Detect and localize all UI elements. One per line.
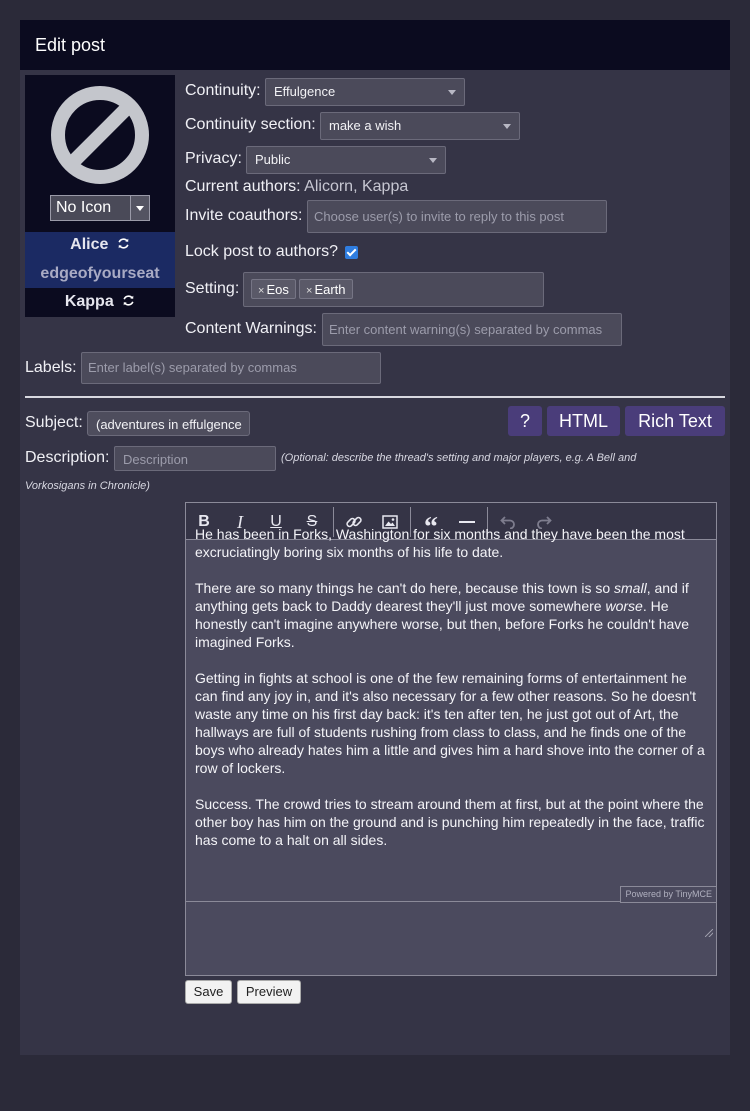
description-hint: (Optional: describe the thread's setting… <box>281 452 637 464</box>
privacy-value: Public <box>255 152 291 167</box>
chevron-down-icon <box>448 90 456 95</box>
content-warnings-label: Content Warnings: <box>185 320 317 337</box>
refresh-icon[interactable] <box>117 237 130 250</box>
labels-input[interactable]: Enter label(s) separated by commas <box>81 352 381 384</box>
privacy-select[interactable]: Public <box>246 146 446 174</box>
description-hint-cont: Vorkosigans in Chronicle) <box>25 480 150 492</box>
current-authors: Current authors: Alicorn, Kappa <box>185 178 408 196</box>
section-label: Continuity section: <box>185 116 316 133</box>
setting-label: Setting: <box>185 280 240 297</box>
continuity-label: Continuity: <box>185 82 261 99</box>
editor-paragraph: Success. The crowd tries to stream aroun… <box>195 796 705 848</box>
subject-value: (adventures in effulgence <box>96 417 242 432</box>
icon-panel: No Icon Alice edgeofyourseat Kappa <box>25 75 175 317</box>
editor-content[interactable]: He has been in Forks, Washington for six… <box>195 525 707 867</box>
section-select[interactable]: make a wish <box>320 112 520 140</box>
save-button[interactable]: Save <box>185 980 232 1004</box>
rich-text-editor[interactable]: B I U S “ He has been in Forks, Washingt… <box>185 502 717 976</box>
author-name: Kappa <box>64 293 114 310</box>
editor-paragraph: He has been in Forks, Washington for six… <box>195 526 685 560</box>
remove-tag-icon[interactable]: × <box>306 285 312 297</box>
subject-input[interactable]: (adventures in effulgence <box>87 411 250 436</box>
description-input[interactable]: Description <box>114 446 276 471</box>
privacy-label: Privacy: <box>185 150 242 167</box>
chevron-down-icon <box>130 196 149 220</box>
description-label: Description: <box>25 449 110 466</box>
continuity-select[interactable]: Effulgence <box>265 78 465 106</box>
chevron-down-icon <box>429 158 437 163</box>
rich-text-mode-button[interactable]: Rich Text <box>625 406 725 436</box>
setting-tag: × Earth <box>299 279 353 299</box>
author-name: edgeofyourseat <box>40 265 160 282</box>
editor-paragraph: Getting in fights at school is one of th… <box>195 670 705 776</box>
lock-checkbox[interactable] <box>345 246 358 259</box>
editor-statusbar: Powered by TinyMCE <box>186 886 716 940</box>
setting-tag: × Eos <box>251 279 296 299</box>
author-row-alice[interactable]: Alice <box>25 232 175 261</box>
content-warnings-placeholder: Enter content warning(s) separated by co… <box>329 322 603 337</box>
no-icon-icon[interactable] <box>50 85 150 185</box>
panel-header: Edit post <box>20 20 730 70</box>
lock-label: Lock post to authors? <box>185 243 338 260</box>
italic-text: small <box>614 580 647 596</box>
section-value: make a wish <box>329 118 402 133</box>
labels-placeholder: Enter label(s) separated by commas <box>88 360 297 375</box>
editor-paragraph: There are so many things he can't do her… <box>195 580 690 650</box>
icon-select[interactable]: No Icon <box>50 195 150 221</box>
current-authors-label: Current authors: <box>185 178 301 195</box>
author-row-edgeofyourseat[interactable]: edgeofyourseat <box>25 261 175 288</box>
refresh-icon[interactable] <box>122 294 135 307</box>
invite-label: Invite coauthors: <box>185 207 303 224</box>
italic-text: worse <box>605 598 643 614</box>
author-row-kappa[interactable]: Kappa <box>25 288 175 317</box>
html-mode-button[interactable]: HTML <box>547 406 620 436</box>
edit-post-panel: Edit post No Icon Alice edgeofyourseat K… <box>20 20 730 1055</box>
help-button[interactable]: ? <box>508 406 542 436</box>
description-placeholder: Description <box>123 452 189 467</box>
invite-coauthors-input[interactable]: Choose user(s) to invite to reply to thi… <box>307 200 607 233</box>
preview-button[interactable]: Preview <box>237 980 301 1004</box>
page-title: Edit post <box>35 35 106 55</box>
divider <box>25 396 725 398</box>
powered-by-tinymce[interactable]: Powered by TinyMCE <box>620 886 716 903</box>
author-name: Alice <box>70 236 109 253</box>
continuity-value: Effulgence <box>274 84 336 99</box>
current-authors-value: Alicorn, Kappa <box>304 178 409 195</box>
subject-label: Subject: <box>25 414 83 431</box>
remove-tag-icon[interactable]: × <box>258 285 264 297</box>
content-warnings-input[interactable]: Enter content warning(s) separated by co… <box>322 313 622 346</box>
invite-placeholder: Choose user(s) to invite to reply to thi… <box>314 209 565 224</box>
setting-input[interactable]: × Eos × Earth <box>243 272 544 307</box>
icon-select-value: No Icon <box>56 199 112 216</box>
resize-handle-icon[interactable] <box>705 929 713 937</box>
chevron-down-icon <box>503 124 511 129</box>
labels-label: Labels: <box>25 359 77 376</box>
